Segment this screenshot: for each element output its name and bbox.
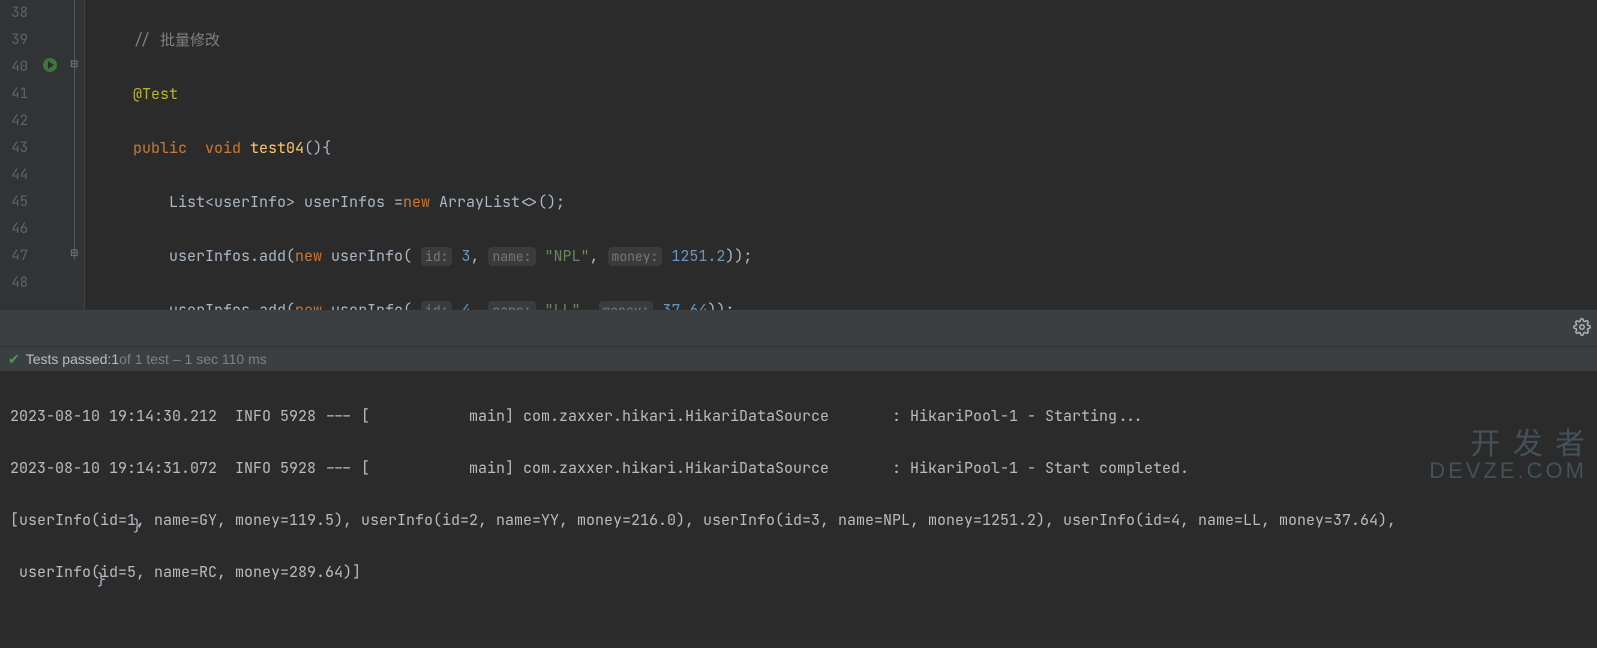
param-hint-id: id: [421,247,452,266]
method-name: test04 [250,138,304,158]
ide-window: 3839404142434445464748 ⊟ ⊟ // 批量修改 @Test… [0,0,1597,503]
annotation-test: @Test [133,84,178,104]
fold-column: ⊟ ⊟ [70,0,85,310]
console-line: userInfo(id=5, name=RC, money=289.64)] [10,559,1587,585]
test-status-bar: ✔ Tests passed: 1 of 1 test – 1 sec 110 … [0,346,1597,371]
gutter-icon-column [36,0,70,310]
console-output[interactable]: 2023-08-10 19:14:30.212 INFO 5928 --- [ … [0,371,1597,503]
status-count: 1 [111,351,119,367]
console-line: [userInfo(id=1, name=GY, money=119.5), u… [10,507,1587,533]
param-hint-money: money: [608,247,663,266]
console-line: 2023-08-10 19:14:30.212 INFO 5928 --- [ … [10,403,1587,429]
status-prefix: Tests passed: [26,351,112,367]
code-content[interactable]: // 批量修改 @Test public void test04(){ List… [85,0,752,310]
check-icon: ✔ [8,351,20,368]
fold-end-icon[interactable]: ⊟ [70,246,79,255]
status-suffix: of 1 test – 1 sec 110 ms [119,351,267,367]
comment: // 批量修改 [133,30,220,50]
line-number-gutter: 3839404142434445464748 [0,0,36,310]
console-line: 2023-08-10 19:14:31.072 INFO 5928 --- [ … [10,455,1587,481]
gear-icon[interactable] [1573,318,1591,336]
panel-separator [0,310,1597,346]
fold-collapse-icon[interactable]: ⊟ [70,57,79,66]
param-hint-name: name: [488,247,535,266]
run-test-icon[interactable] [42,57,58,73]
code-editor[interactable]: 3839404142434445464748 ⊟ ⊟ // 批量修改 @Test… [0,0,1597,310]
